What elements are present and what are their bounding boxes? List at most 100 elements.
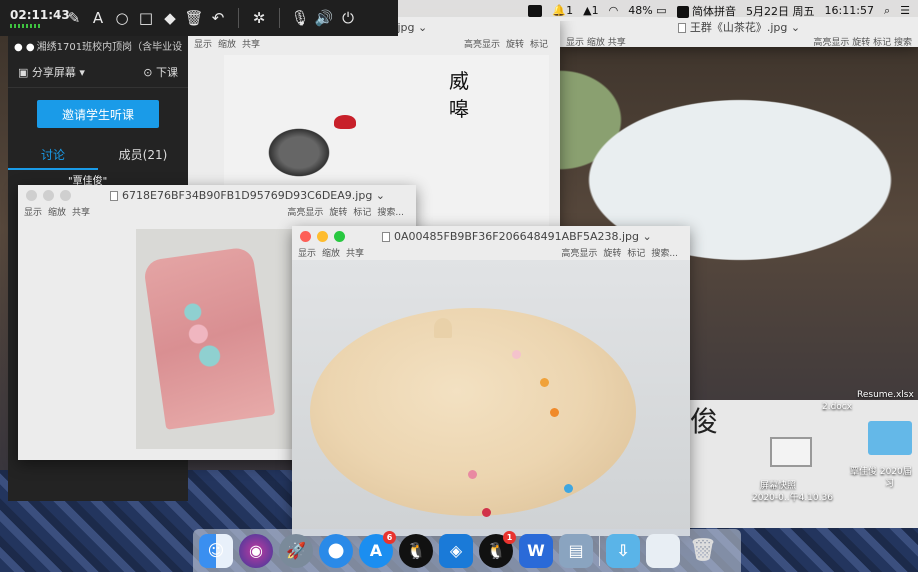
classroom-app-icon[interactable]: ◈: [439, 533, 473, 568]
preview-window-beret[interactable]: 0A00485FB9BF36F206648491ABF5A238.jpg ⌄ 显…: [292, 226, 690, 536]
wechat-icon[interactable]: [528, 4, 543, 17]
toolbar-share[interactable]: 共享: [608, 38, 626, 48]
wps-icon[interactable]: W: [519, 533, 553, 568]
beret-stem: [434, 318, 452, 338]
toolbar-rotate[interactable]: 旋转: [852, 38, 870, 48]
rectangle-icon[interactable]: □: [134, 9, 158, 27]
wifi-icon[interactable]: ◠: [609, 4, 619, 17]
flower-pink: [468, 470, 477, 479]
microphone-icon[interactable]: 🎙: [288, 9, 312, 27]
app-count[interactable]: ▲1: [583, 4, 598, 17]
toolbar-rotate[interactable]: 旋转: [603, 249, 621, 259]
window-toolbar: 显示 缩放 共享 高亮显示 旋转 标记 搜索...: [292, 246, 690, 260]
trash-icon[interactable]: 🗑: [686, 534, 720, 568]
preview-icon[interactable]: ▤: [559, 533, 593, 568]
toolbar-show[interactable]: 显示: [24, 208, 42, 218]
toolbar-zoom[interactable]: 缩放: [218, 40, 236, 50]
launchpad-icon[interactable]: 🚀: [279, 533, 313, 568]
speaker-icon[interactable]: 🔊: [312, 9, 336, 27]
downloads-folder-icon[interactable]: ⇩: [606, 533, 640, 568]
spotlight-icon[interactable]: ⌕: [884, 4, 890, 18]
class-tabs: 讨论 成员(21): [8, 146, 188, 170]
pen-icon[interactable]: ✎: [62, 9, 86, 27]
finder-large-text: 俊: [690, 405, 719, 438]
calligraphy-text: 威 嗥: [449, 69, 469, 121]
signal-bars: [10, 24, 42, 28]
battery-status[interactable]: 48% ▭: [628, 4, 666, 17]
invite-students-button[interactable]: 邀请学生听课: [37, 100, 159, 128]
date-label[interactable]: 5月22日 周五: [746, 3, 815, 19]
toolbar-highlight[interactable]: 高亮显示: [813, 38, 849, 48]
window-toolbar: 显示 缩放 共享 高亮显示 旋转 标记 搜索...: [18, 205, 416, 219]
finder-icon[interactable]: ☺: [199, 533, 233, 568]
time-label[interactable]: 16:11:57: [825, 4, 874, 17]
toolbar-show[interactable]: 显示: [298, 249, 316, 259]
tab-members[interactable]: 成员(21): [98, 146, 188, 170]
window-toolbar: 显示 缩放 共享 高亮显示 旋转 标记 搜索: [560, 35, 918, 48]
window-title: 王群《山茶花》.jpg ⌄: [560, 19, 918, 35]
app-store-icon[interactable]: A6: [359, 530, 396, 568]
file-docx[interactable]: 2.docx: [822, 402, 852, 412]
toolbar-zoom[interactable]: 缩放: [48, 208, 66, 218]
toolbar-markup[interactable]: 标记: [530, 40, 548, 50]
rooster-body: [264, 125, 334, 180]
window-titlebar[interactable]: 0A00485FB9BF36F206648491ABF5A238.jpg ⌄: [292, 226, 690, 246]
undo-icon[interactable]: ↶: [206, 9, 230, 27]
app-store-badge: 6: [383, 530, 396, 544]
beret-image: [292, 260, 690, 536]
window-title: 0A00485FB9BF36F206648491ABF5A238.jpg ⌄: [292, 230, 690, 243]
share-screen-button[interactable]: ▣ 分享屏幕 ▾: [18, 64, 85, 80]
menu-list-icon[interactable]: ☰: [900, 4, 910, 17]
toolbar-markup[interactable]: 标记: [353, 208, 371, 218]
toolbar-share[interactable]: 共享: [242, 40, 260, 50]
eraser-icon[interactable]: ◆: [158, 9, 182, 27]
toolbar-share[interactable]: 共享: [72, 208, 90, 218]
toolbar-zoom[interactable]: 缩放: [587, 38, 605, 48]
menu-bar: 🔔1 ▲1 ◠ 48% ▭ 简体拼音 5月22日 周五 16:11:57 ⌕ ☰: [398, 0, 918, 21]
toolbar-show[interactable]: 显示: [566, 38, 584, 48]
documents-stack-icon[interactable]: [646, 533, 680, 568]
end-class-button[interactable]: ⊙ 下课: [143, 64, 178, 80]
circle-icon[interactable]: ○: [110, 9, 134, 27]
toolbar-highlight[interactable]: 高亮显示: [561, 249, 597, 259]
qq-icon[interactable]: 🐧: [399, 533, 433, 568]
toolbar-rotate[interactable]: 旋转: [329, 208, 347, 218]
toolbar-divider: [279, 8, 280, 28]
safari-icon[interactable]: ✦: [319, 533, 353, 568]
file-resume[interactable]: Resume.xlsx: [857, 390, 914, 400]
input-method[interactable]: 简体拼音: [676, 3, 736, 19]
toolbar-highlight[interactable]: 高亮显示: [287, 208, 323, 218]
qq-icon-2[interactable]: 🐧 1: [479, 530, 516, 568]
toolbar-rotate[interactable]: 旋转: [506, 40, 524, 50]
toolbar-search[interactable]: 搜索...: [377, 208, 404, 218]
scarf-image: [136, 229, 296, 449]
toolbar-search[interactable]: 搜索: [894, 38, 912, 48]
beret: [310, 308, 636, 516]
text-icon[interactable]: A: [86, 9, 110, 27]
toolbar-markup[interactable]: 标记: [627, 249, 645, 259]
laser-pointer-icon[interactable]: ✲: [247, 9, 271, 27]
toolbar-share[interactable]: 共享: [346, 249, 364, 259]
folder-icon[interactable]: [868, 421, 912, 455]
toolbar-zoom[interactable]: 缩放: [322, 249, 340, 259]
flower-pink: [512, 350, 521, 359]
toolbar-show[interactable]: 显示: [194, 40, 212, 50]
power-icon[interactable]: ⏻: [336, 9, 360, 27]
trash-icon[interactable]: 🗑: [182, 9, 206, 27]
dock: ☺ ◉ 🚀 ✦ A6 🐧 ◈ 🐧 1 W ▤ ⇩ 🗑: [193, 529, 741, 572]
notification-count[interactable]: 🔔1: [552, 4, 573, 17]
toolbar-highlight[interactable]: 高亮显示: [464, 40, 500, 50]
siri-icon[interactable]: ◉: [239, 533, 273, 568]
share-row: ▣ 分享屏幕 ▾ ⊙ 下课: [8, 56, 188, 88]
window-title: 6718E76BF34B90FB1D95769D93C6DEA9.jpg ⌄: [18, 189, 416, 202]
toolbar-markup[interactable]: 标记: [873, 38, 891, 48]
flower-red: [482, 508, 491, 517]
flower-orange: [550, 408, 559, 417]
window-toolbar: 显示 缩放 共享 高亮显示 旋转 标记: [188, 37, 560, 51]
screenshot-thumbnail[interactable]: [770, 437, 812, 467]
tab-discuss[interactable]: 讨论: [8, 146, 98, 170]
toolbar-search[interactable]: 搜索...: [651, 249, 678, 259]
window-titlebar[interactable]: 6718E76BF34B90FB1D95769D93C6DEA9.jpg ⌄: [18, 185, 416, 205]
annotation-toolbar: 02:11:43 ✎ A ○ □ ◆ 🗑 ↶ ✲ 🎙 🔊 ⏻: [0, 0, 398, 36]
folder-label: 覃佳俊 2020届: [850, 467, 912, 477]
